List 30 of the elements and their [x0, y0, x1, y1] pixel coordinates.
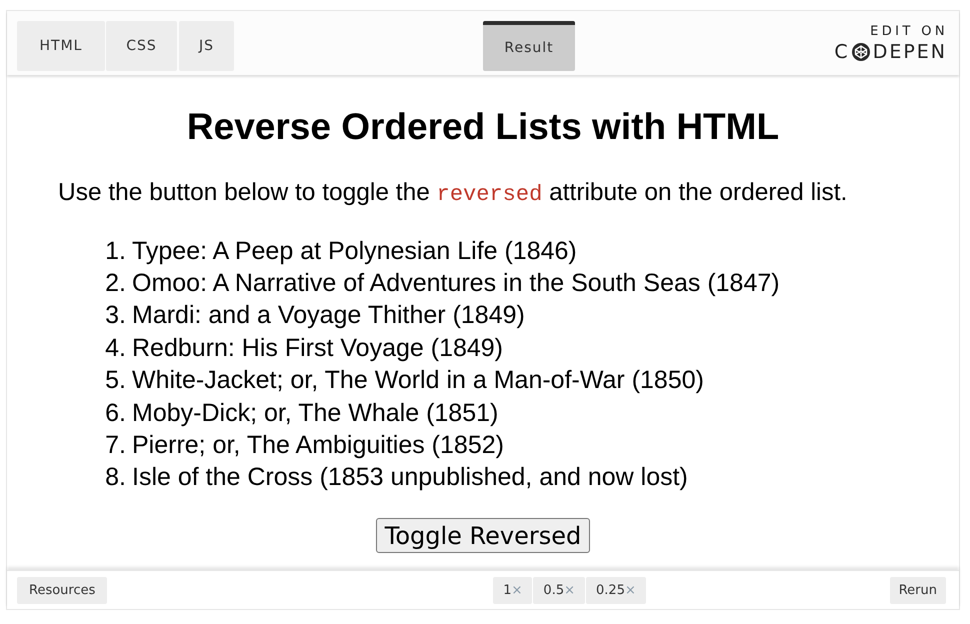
result-tab[interactable]: Result [483, 21, 575, 71]
zoom-button[interactable]: 1× [493, 576, 532, 604]
zoom-button[interactable]: 0.5× [533, 576, 586, 604]
editor-tab[interactable]: CSS [106, 21, 177, 71]
book-title: Moby-Dick; or, The Whale (1851) [132, 398, 498, 428]
list-number: 2. [104, 269, 126, 298]
list-number: 8. [104, 463, 126, 492]
book-title: Omoo: A Narrative of Adventures in the South Seas (1847) [132, 269, 780, 298]
list-number: 3. [104, 301, 126, 330]
editor-tab[interactable]: HTML [17, 21, 105, 71]
toggle-reversed-button[interactable]: Toggle Reversed [376, 518, 590, 554]
cube-icon [850, 42, 871, 62]
book-title: Mardi: and a Voyage Thither (1849) [132, 301, 525, 330]
page-title: Reverse Ordered Lists with HTML [186, 106, 780, 148]
zoom-button[interactable]: 0.25× [586, 576, 646, 604]
rerun-button[interactable]: Rerun [890, 576, 946, 604]
editor-tab[interactable]: JS [179, 21, 234, 71]
edit-on-codepen-link[interactable]: EDIT ON C DEPEN [834, 23, 945, 63]
list-number: 1. [104, 236, 126, 266]
list-number: 5. [104, 366, 126, 396]
list-number: 4. [104, 334, 126, 363]
book-title: Isle of the Cross (1853 unpublished, and now lost) [132, 463, 688, 492]
book-title: Pierre; or, The Ambiguities (1852) [132, 431, 504, 460]
resources-button[interactable]: Resources [17, 576, 108, 604]
book-title: White-Jacket; or, The World in a Man-of-War (1850) [132, 366, 704, 396]
intro-paragraph: Use the button below to toggle the reversed attribute on the ordered list. [58, 178, 848, 209]
list-number: 7. [104, 431, 126, 460]
book-title: Redburn: His First Voyage (1849) [132, 334, 504, 363]
book-title: Typee: A Peep at Polynesian Life (1846) [132, 236, 577, 266]
list-number: 6. [104, 398, 126, 428]
